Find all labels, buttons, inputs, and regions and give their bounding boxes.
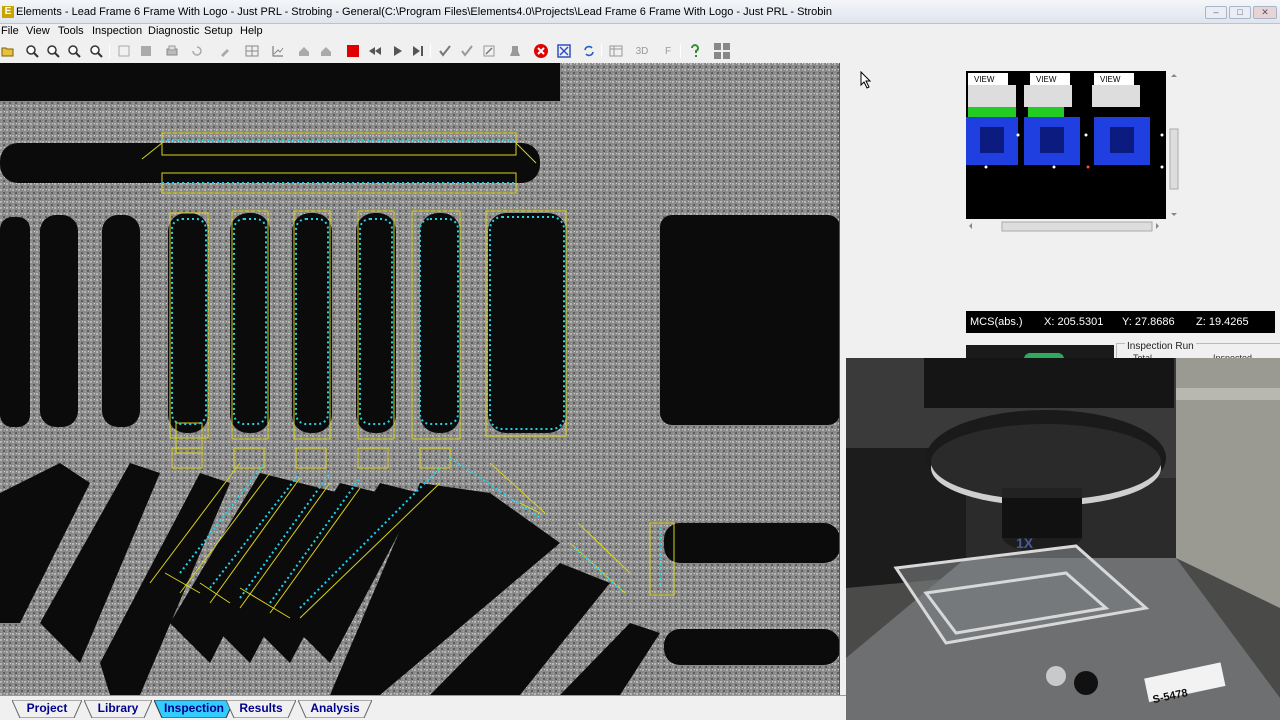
play-icon[interactable] xyxy=(389,43,405,59)
lens-label: 1X xyxy=(1016,535,1034,551)
print-icon[interactable] xyxy=(164,43,180,59)
help-icon[interactable] xyxy=(687,43,703,59)
cycle-icon[interactable] xyxy=(581,43,597,59)
zoom-fit-icon[interactable] xyxy=(66,43,82,59)
menu-tools[interactable]: Tools xyxy=(58,25,84,37)
coord-y: Y: 27.8686 xyxy=(1122,316,1175,328)
zoom-window-icon[interactable] xyxy=(88,43,104,59)
menu-file[interactable]: File xyxy=(1,25,19,37)
tab-inspection[interactable]: Inspection xyxy=(154,700,234,718)
refresh-icon[interactable] xyxy=(189,43,205,59)
grid-icon[interactable] xyxy=(244,43,260,59)
inspection-run-group: Inspection Run Total Inspected xyxy=(1116,341,1280,363)
minimap-view-label: VIEW xyxy=(1036,75,1057,84)
zoom-out-icon[interactable] xyxy=(45,43,61,59)
graph-icon[interactable] xyxy=(270,43,286,59)
target-icon[interactable] xyxy=(556,43,572,59)
machine-video-overlay: 1X S-5478 xyxy=(846,358,1280,720)
stop-gray-icon[interactable] xyxy=(138,43,154,59)
title-bar: E Elements - Lead Frame 6 Frame With Log… xyxy=(0,0,1280,24)
app-icon: E xyxy=(2,6,14,18)
tab-results[interactable]: Results xyxy=(226,700,296,718)
check-icon[interactable] xyxy=(437,43,453,59)
minimap-view-label: VIEW xyxy=(974,75,995,84)
stop-red-icon[interactable] xyxy=(345,43,361,59)
menu-diagnostic[interactable]: Diagnostic xyxy=(148,25,199,37)
inspection-run-title: Inspection Run xyxy=(1125,341,1196,352)
tab-analysis[interactable]: Analysis xyxy=(298,700,372,718)
home-alt-icon[interactable] xyxy=(318,43,334,59)
windows-icon[interactable] xyxy=(714,43,730,59)
skip-end-icon[interactable] xyxy=(410,43,426,59)
minimize-button[interactable]: – xyxy=(1205,6,1227,19)
minimap[interactable]: VIEW VIEW VIEW xyxy=(966,71,1166,219)
coord-frame: MCS(abs.) xyxy=(970,316,1023,328)
tool-icon[interactable] xyxy=(217,43,233,59)
minimap-view-label: VIEW xyxy=(1100,75,1121,84)
f-icon[interactable]: F xyxy=(660,43,676,59)
mouse-cursor-icon xyxy=(860,71,872,89)
tab-library[interactable]: Library xyxy=(84,700,152,718)
minimap-vertical-scrollbar[interactable] xyxy=(1168,71,1180,219)
open-icon[interactable] xyxy=(0,43,16,59)
menu-help[interactable]: Help xyxy=(240,25,263,37)
copy-icon[interactable] xyxy=(116,43,132,59)
window-title: Elements - Lead Frame 6 Frame With Logo … xyxy=(16,6,832,18)
coord-z: Z: 19.4265 xyxy=(1196,316,1249,328)
menu-inspection[interactable]: Inspection xyxy=(92,25,142,37)
maximize-button[interactable]: □ xyxy=(1229,6,1251,19)
tab-project[interactable]: Project xyxy=(12,700,82,718)
bottom-tab-bar: Project Library Inspection Results Analy… xyxy=(0,695,846,720)
fixture-icon[interactable] xyxy=(507,43,523,59)
toolbar: 3D F xyxy=(0,39,1280,63)
coord-x: X: 205.5301 xyxy=(1044,316,1104,328)
rewind-icon[interactable] xyxy=(367,43,383,59)
coordinate-readout: MCS(abs.) X: 205.5301 Y: 27.8686 Z: 19.4… xyxy=(966,311,1275,333)
menu-view[interactable]: View xyxy=(26,25,50,37)
camera-view[interactable] xyxy=(0,63,840,695)
close-button[interactable]: ✕ xyxy=(1253,6,1277,19)
menu-bar: File View Tools Inspection Diagnostic Se… xyxy=(0,24,1280,39)
status-indicator xyxy=(966,345,1114,359)
3d-icon[interactable]: 3D xyxy=(634,43,650,59)
home-icon[interactable] xyxy=(296,43,312,59)
minimap-horizontal-scrollbar[interactable] xyxy=(966,220,1162,233)
check-edit-icon[interactable] xyxy=(459,43,475,59)
abort-icon[interactable] xyxy=(533,43,549,59)
edit-icon[interactable] xyxy=(481,43,497,59)
zoom-in-icon[interactable] xyxy=(24,43,40,59)
menu-setup[interactable]: Setup xyxy=(204,25,233,37)
minimap-units xyxy=(966,73,1164,169)
table-icon[interactable] xyxy=(608,43,624,59)
